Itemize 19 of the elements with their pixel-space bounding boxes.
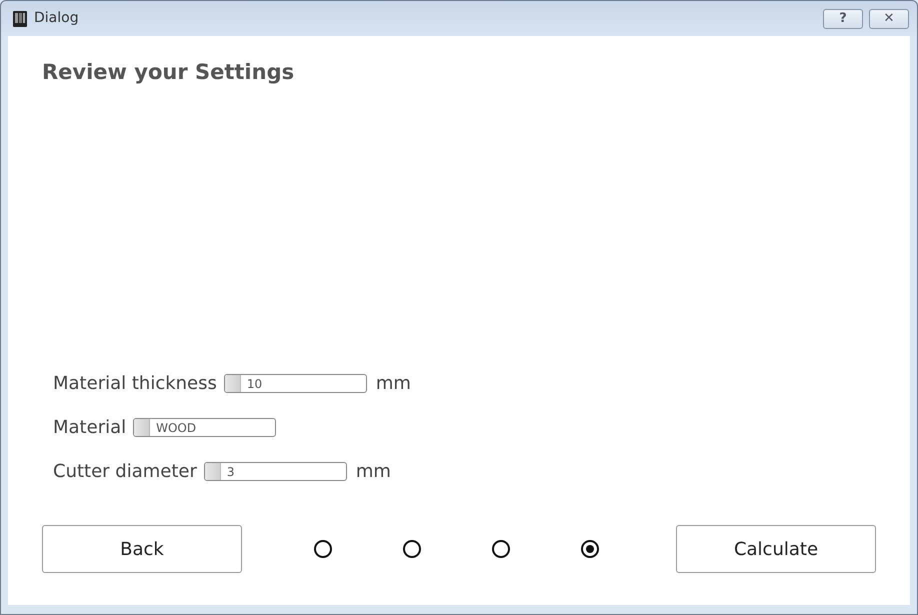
field-label: Material thickness <box>53 372 217 396</box>
page-radio[interactable] <box>492 540 510 558</box>
field-label: Cutter diameter <box>53 460 197 484</box>
value-field[interactable]: WOOD <box>133 418 276 437</box>
close-button[interactable]: ✕ <box>869 8 909 28</box>
unit-label: mm <box>376 372 411 396</box>
page-heading: Review your Settings <box>42 60 296 86</box>
help-button[interactable]: ? <box>823 8 863 28</box>
window-title: Dialog <box>34 9 79 28</box>
page-radio[interactable] <box>581 540 599 558</box>
page-radio[interactable] <box>314 540 332 558</box>
back-button[interactable]: Back <box>42 525 242 573</box>
value-field[interactable]: 10 <box>224 374 367 393</box>
calculate-button[interactable]: Calculate <box>676 525 876 573</box>
value-field[interactable]: 3 <box>204 462 347 481</box>
app-icon <box>11 10 29 28</box>
field-label: Material <box>53 416 126 440</box>
page-radio[interactable] <box>403 540 421 558</box>
unit-label: mm <box>356 460 391 484</box>
